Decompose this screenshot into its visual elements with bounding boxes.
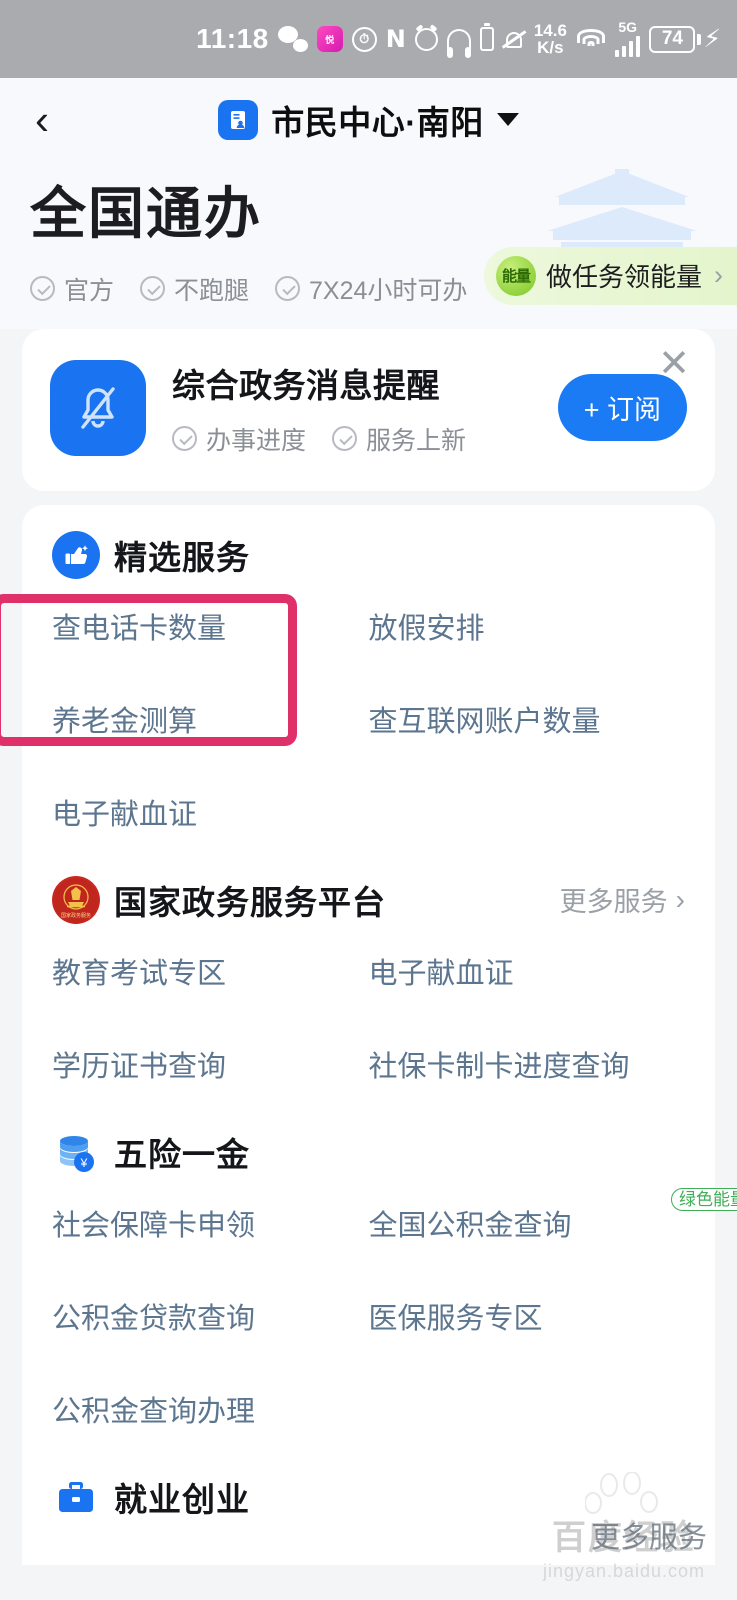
wechat-icon <box>277 26 308 52</box>
service-link[interactable]: 公积金查询办理 <box>52 1366 369 1459</box>
back-chevron-icon[interactable]: ‹ <box>24 98 60 140</box>
app-notification-icon: 悦 <box>316 26 343 52</box>
check-circle-icon <box>140 276 166 302</box>
section-header-featured: 精选服务 <box>52 530 685 579</box>
check-circle-icon <box>172 426 197 452</box>
service-link[interactable]: 社会保障卡申领 <box>52 1180 369 1273</box>
service-link[interactable]: 教育考试专区 <box>52 928 369 1021</box>
service-grid-featured: 查电话卡数量 放假安排 养老金测算 查互联网账户数量 电子献血证 <box>52 583 685 862</box>
section-title: 精选服务 <box>114 538 250 576</box>
service-link[interactable]: 社保卡制卡进度查询 <box>369 1021 686 1114</box>
lightning-bolt-icon: ⚡ <box>703 25 721 53</box>
section-header-insurance: ¥ 五险一金 <box>52 1128 685 1176</box>
bell-icon <box>50 359 146 456</box>
thumbs-up-icon <box>52 530 100 579</box>
nfc-icon: N <box>385 25 406 53</box>
subscribe-card: ✕ 综合政务消息提醒 办事进度 服务上新 + 订阅 <box>22 328 715 491</box>
citizen-center-app-icon <box>218 99 259 140</box>
battery-indicator: 74 ⚡ <box>649 24 721 54</box>
network-speed: 14.6 K/s <box>534 22 567 56</box>
service-link[interactable]: 养老金测算 <box>52 676 369 769</box>
status-bar: 11:18 悦 ⏱ N 14.6 K/s 5G 74 ⚡ <box>0 0 737 78</box>
nav-bar: ‹ 市民中心·南阳 <box>0 78 737 161</box>
section-title: 五险一金 <box>114 1135 250 1173</box>
energy-task-label: 做任务领能量 <box>545 262 702 293</box>
chevron-down-icon[interactable] <box>496 113 519 126</box>
subscribe-tag-list: 办事进度 服务上新 <box>172 421 558 457</box>
check-circle-icon <box>332 426 358 452</box>
wifi-icon <box>576 27 606 51</box>
subscribe-tag: 服务上新 <box>332 421 466 457</box>
headset-icon <box>446 29 471 58</box>
chevron-right-icon: › <box>714 260 723 291</box>
network-speed-unit: K/s <box>537 38 564 57</box>
service-link[interactable]: 查互联网账户数量 <box>369 676 686 769</box>
service-link-label: 全国公积金查询 <box>368 1209 572 1242</box>
coins-icon: ¥ <box>52 1128 100 1176</box>
mute-bell-icon <box>501 27 527 51</box>
chevron-right-icon: › <box>675 883 685 915</box>
subscribe-title: 综合政务消息提醒 <box>172 366 440 404</box>
service-grid-national: 教育考试专区 电子献血证 学历证书查询 社保卡制卡进度查询 <box>52 928 685 1114</box>
service-link-empty <box>369 769 686 862</box>
network-type-label: 5G <box>618 18 638 35</box>
check-circle-icon <box>30 276 55 302</box>
svg-text:国家政务服务: 国家政务服务 <box>61 912 91 919</box>
more-services-label: 更多服务 <box>559 887 668 918</box>
page-title: 市民中心·南阳 <box>271 103 484 141</box>
footer-more-services-label[interactable]: 更多服务 <box>591 1514 707 1556</box>
alarm-icon <box>414 27 438 51</box>
status-time: 11:18 <box>196 23 269 54</box>
secondary-battery-icon <box>479 23 494 51</box>
national-emblem-icon: 国家政务服务 <box>52 875 100 924</box>
data-saver-icon: ⏱ <box>351 26 377 52</box>
hero-tag: 不跑腿 <box>140 271 249 307</box>
service-link[interactable]: 电子献血证 <box>369 928 686 1021</box>
service-link[interactable]: 公积金贷款查询 <box>52 1273 369 1366</box>
close-icon[interactable]: ✕ <box>653 343 695 385</box>
hero-tag: 官方 <box>30 271 114 307</box>
hero-banner: 全国通办 官方 不跑腿 7X24小时可办 能量 做任务领能量 › <box>0 161 737 329</box>
briefcase-icon <box>52 1473 100 1521</box>
section-title: 国家政务服务平台 <box>114 883 386 921</box>
hero-tag: 7X24小时可办 <box>275 271 467 307</box>
section-header-national: 国家政务服务 国家政务服务平台 更多服务 › <box>52 875 685 924</box>
check-circle-icon <box>275 276 301 302</box>
energy-task-banner[interactable]: 能量 做任务领能量 › <box>483 246 737 305</box>
service-link[interactable]: 全国公积金查询 绿色能量 <box>368 1180 737 1273</box>
subscribe-tag: 办事进度 <box>172 421 306 457</box>
service-link[interactable]: 学历证书查询 <box>52 1021 369 1114</box>
service-link[interactable]: 电子献血证 <box>52 769 369 862</box>
cellular-signal-icon: 5G <box>614 18 641 57</box>
service-link-empty <box>369 1366 686 1459</box>
service-link[interactable]: 放假安排 <box>369 583 686 676</box>
energy-ball-icon: 能量 <box>495 255 536 296</box>
svg-text:¥: ¥ <box>80 1156 88 1170</box>
service-link[interactable]: 医保服务专区 <box>369 1273 686 1366</box>
green-energy-badge: 绿色能量 <box>671 1187 737 1211</box>
section-title: 就业创业 <box>114 1480 250 1518</box>
service-grid-insurance: 社会保障卡申领 全国公积金查询 绿色能量 公积金贷款查询 医保服务专区 公积金查… <box>52 1180 737 1459</box>
services-card: 精选服务 查电话卡数量 放假安排 养老金测算 查互联网账户数量 电子献血证 国家… <box>22 504 737 1565</box>
more-services-link[interactable]: 更多服务 › <box>560 880 685 919</box>
battery-percent: 74 <box>649 25 696 53</box>
nav-title-group[interactable]: 市民中心·南阳 <box>218 96 519 144</box>
service-link[interactable]: 查电话卡数量 <box>52 583 369 676</box>
